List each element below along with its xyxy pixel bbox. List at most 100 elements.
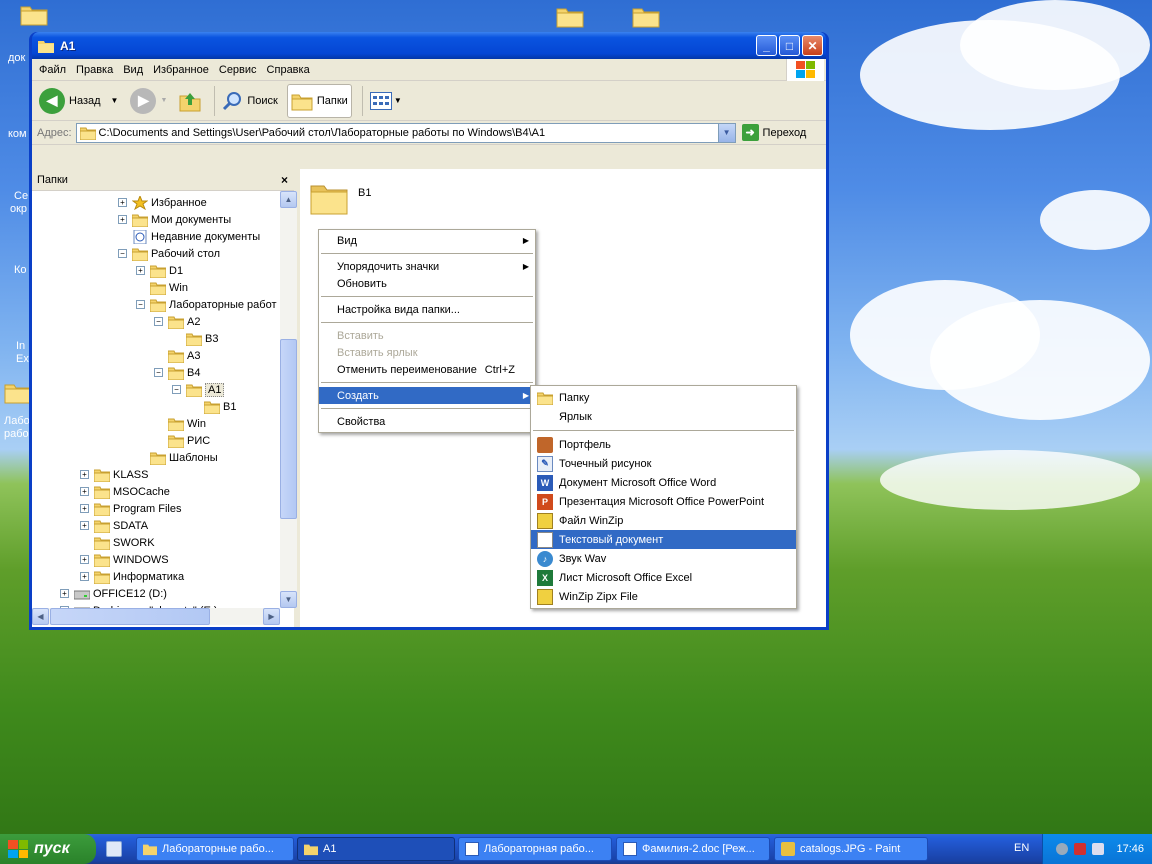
menu-item-properties[interactable]: Свойства <box>319 413 535 430</box>
menu-item-view[interactable]: Вид ▶ <box>319 232 535 249</box>
scroll-thumb[interactable] <box>50 608 210 625</box>
tree-node[interactable]: − B4 <box>154 364 200 381</box>
expand-toggle-icon[interactable]: + <box>60 589 69 598</box>
tree-node[interactable]: + WINDOWS <box>80 551 169 568</box>
expand-toggle-icon[interactable]: + <box>80 504 89 513</box>
expand-toggle-icon[interactable]: − <box>172 385 181 394</box>
expand-toggle-icon[interactable]: − <box>154 368 163 377</box>
menu-item-arrange-icons[interactable]: Упорядочить значки ▶ <box>319 258 535 275</box>
forward-button[interactable]: ▶ ▼ <box>127 84 170 118</box>
search-button[interactable]: Поиск <box>219 84 280 118</box>
expand-toggle-icon[interactable]: + <box>136 266 145 275</box>
tray-icon[interactable] <box>1056 843 1069 855</box>
vertical-scrollbar[interactable]: ▲ ▼ <box>280 191 297 608</box>
language-indicator[interactable]: EN <box>1014 842 1029 854</box>
submenu-item-winzip[interactable]: Файл WinZip <box>531 511 796 530</box>
taskbar-item[interactable]: Лабораторная рабо... <box>458 837 612 861</box>
minimize-button[interactable]: _ <box>756 35 777 56</box>
menu-file[interactable]: Файл <box>39 64 66 76</box>
maximize-button[interactable]: □ <box>779 35 800 56</box>
tree-node[interactable]: − A1 <box>172 381 225 398</box>
menu-view[interactable]: Вид <box>123 64 143 76</box>
tray-icon[interactable] <box>1074 843 1087 855</box>
menu-item-refresh[interactable]: Обновить <box>319 275 535 292</box>
desktop-folder-icon[interactable] <box>556 4 588 34</box>
expand-toggle-icon[interactable]: + <box>80 555 89 564</box>
tree-node[interactable]: SWORK <box>80 534 155 551</box>
tree-node[interactable]: Win <box>154 415 206 432</box>
chevron-down-icon[interactable]: ▼ <box>394 96 402 105</box>
submenu-item-word[interactable]: W Документ Microsoft Office Word <box>531 473 796 492</box>
submenu-item-zipx[interactable]: WinZip Zipx File <box>531 587 796 606</box>
desktop-folder-icon[interactable] <box>632 4 664 34</box>
tree-node[interactable]: + Информатика <box>80 568 184 585</box>
tree-node[interactable]: РИС <box>154 432 210 449</box>
tree-node[interactable]: + SDATA <box>80 517 148 534</box>
expand-toggle-icon[interactable]: − <box>136 300 145 309</box>
start-button[interactable]: пуск <box>0 834 96 864</box>
tree-node[interactable]: Недавние документы <box>118 228 260 245</box>
tree-node[interactable]: + D1 <box>136 262 183 279</box>
menu-favorites[interactable]: Избранное <box>153 64 209 76</box>
expand-toggle-icon[interactable]: − <box>154 317 163 326</box>
address-input[interactable]: C:\Documents and Settings\User\Рабочий с… <box>75 122 736 143</box>
title-bar[interactable]: A1 _ □ ✕ <box>32 32 826 59</box>
back-button[interactable]: ◀ Назад ▼ <box>36 84 121 118</box>
taskbar-item[interactable]: catalogs.JPG - Paint <box>774 837 928 861</box>
scroll-thumb[interactable] <box>280 339 297 519</box>
views-button[interactable]: ▼ <box>367 84 405 118</box>
submenu-item-briefcase[interactable]: Портфель <box>531 435 796 454</box>
menu-edit[interactable]: Правка <box>76 64 113 76</box>
tree-node[interactable]: B3 <box>172 330 218 347</box>
tree-node[interactable]: + KLASS <box>80 466 148 483</box>
tree-node[interactable]: − A2 <box>154 313 200 330</box>
folders-button[interactable]: Папки <box>286 83 352 118</box>
up-button[interactable] <box>176 84 204 118</box>
tree-node[interactable]: − Лабораторные работ <box>136 296 277 313</box>
close-button[interactable]: ✕ <box>802 35 823 56</box>
taskbar-item[interactable]: Фамилия-2.doc [Реж... <box>616 837 770 861</box>
horizontal-scrollbar[interactable]: ◀ ▶ <box>32 608 280 625</box>
tree-node[interactable]: + Program Files <box>80 500 181 517</box>
submenu-item-wav[interactable]: ♪ Звук Wav <box>531 549 796 568</box>
tree-node[interactable]: + Избранное <box>118 194 207 211</box>
submenu-item-bitmap[interactable]: ✎ Точечный рисунок <box>531 454 796 473</box>
tree-node[interactable]: A3 <box>154 347 200 364</box>
taskbar-item[interactable]: Лабораторные рабо... <box>136 837 294 861</box>
submenu-item-folder[interactable]: Папку <box>531 388 796 407</box>
menu-item-new[interactable]: Создать ▶ <box>319 387 535 404</box>
desktop-folder-icon[interactable] <box>20 2 52 32</box>
submenu-item-powerpoint[interactable]: P Презентация Microsoft Office PowerPoint <box>531 492 796 511</box>
scroll-right-button[interactable]: ▶ <box>263 608 280 625</box>
expand-toggle-icon[interactable]: + <box>80 487 89 496</box>
tree-node[interactable]: + OFFICE12 (D:) <box>60 585 167 602</box>
submenu-item-excel[interactable]: X Лист Microsoft Office Excel <box>531 568 796 587</box>
scroll-down-button[interactable]: ▼ <box>280 591 297 608</box>
taskbar-item[interactable]: A1 <box>297 837 455 861</box>
expand-toggle-icon[interactable]: + <box>118 198 127 207</box>
submenu-item-text-document[interactable]: Текстовый документ <box>531 530 796 549</box>
tree-node[interactable]: − Рабочий стол <box>118 245 220 262</box>
tree-node[interactable]: + Мои документы <box>118 211 231 228</box>
tree-node[interactable]: Win <box>136 279 188 296</box>
expand-toggle-icon[interactable]: + <box>80 470 89 479</box>
submenu-item-shortcut[interactable]: Ярлык <box>531 407 796 426</box>
menu-item-undo-rename[interactable]: Отменить переименование Ctrl+Z <box>319 361 535 378</box>
tray-icon[interactable] <box>1092 843 1105 855</box>
chevron-down-icon[interactable]: ▼ <box>111 96 119 105</box>
menu-item-customize-folder[interactable]: Настройка вида папки... <box>319 301 535 318</box>
expand-toggle-icon[interactable]: + <box>80 521 89 530</box>
expand-toggle-icon[interactable]: + <box>118 215 127 224</box>
quick-launch-icon[interactable] <box>106 841 122 857</box>
scroll-up-button[interactable]: ▲ <box>280 191 297 208</box>
menu-help[interactable]: Справка <box>267 64 310 76</box>
scroll-left-button[interactable]: ◀ <box>32 608 49 625</box>
menu-tools[interactable]: Сервис <box>219 64 257 76</box>
tree-node[interactable]: + MSOCache <box>80 483 170 500</box>
chevron-down-icon[interactable]: ▼ <box>160 97 167 104</box>
address-dropdown-icon[interactable]: ▼ <box>717 123 735 142</box>
expand-toggle-icon[interactable]: − <box>118 249 127 258</box>
go-button[interactable]: ➜ Переход <box>741 124 806 141</box>
folder-item[interactable]: B1 <box>310 181 371 215</box>
tree-node[interactable]: B1 <box>190 398 236 415</box>
